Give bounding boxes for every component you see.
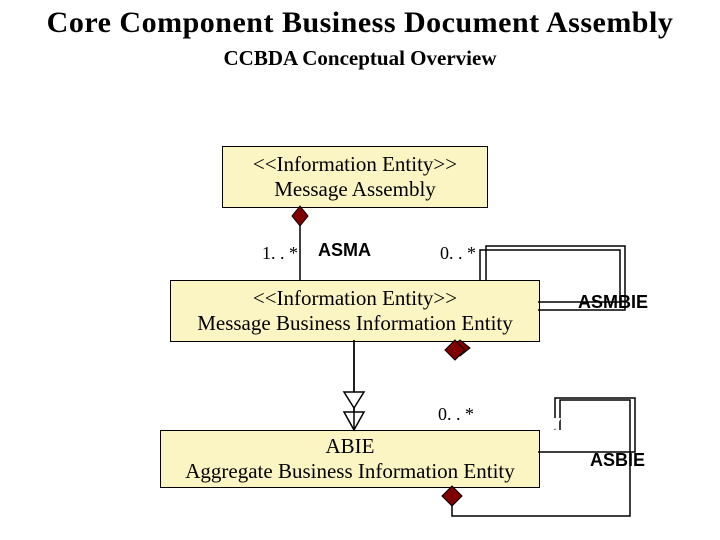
multiplicity-mbie-self: 0. . * — [440, 243, 476, 264]
role-asma: ASMA — [318, 240, 371, 261]
class-message-assembly: <<Information Entity>> Message Assembly — [222, 146, 488, 208]
diagram-canvas: Core Component Business Document Assembl… — [0, 0, 720, 540]
class-name-label: Aggregate Business Information Entity — [185, 459, 515, 484]
class-name-label: Message Assembly — [274, 177, 436, 202]
role-asbie: ASBIE — [590, 450, 645, 471]
class-abie: ABIE Aggregate Business Information Enti… — [160, 430, 540, 488]
class-mbie: <<Information Entity>> Message Business … — [170, 280, 540, 342]
generalization-mbie-abie — [344, 340, 364, 430]
class-name-label: Message Business Information Entity — [197, 311, 513, 336]
stereotype-label: <<Information Entity>> — [253, 152, 457, 177]
page-title: Core Component Business Document Assembl… — [0, 6, 720, 40]
generalization-arrowhead — [344, 340, 364, 430]
class-short-name: ABIE — [326, 434, 375, 459]
stereotype-label: <<Information Entity>> — [253, 286, 457, 311]
composition-asbie-loop — [538, 398, 635, 452]
page-subtitle: CCBDA Conceptual Overview — [0, 46, 720, 71]
multiplicity-asma: 1. . * — [262, 243, 298, 264]
role-asmbie: ASMBIE — [578, 292, 648, 313]
multiplicity-abie-self: 0. . * — [438, 404, 474, 425]
composition-asmbie-self-2 — [445, 340, 465, 360]
